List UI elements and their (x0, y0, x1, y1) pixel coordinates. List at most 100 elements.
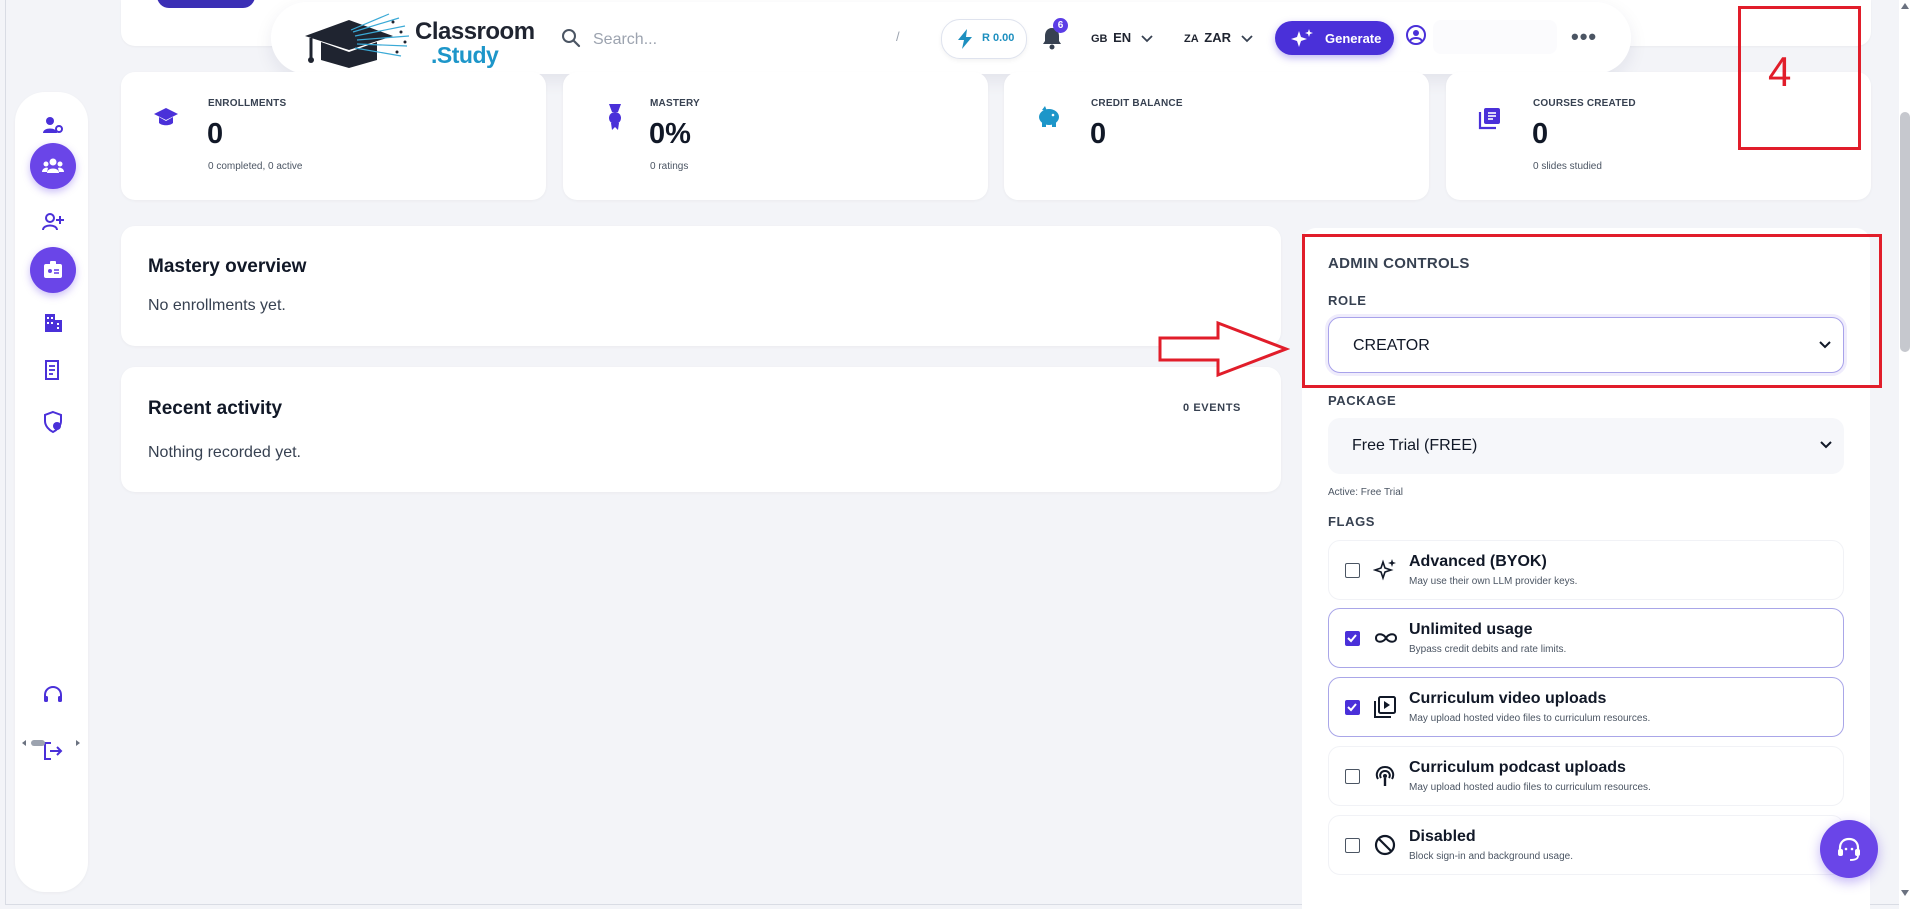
currency-selector[interactable]: ZA ZAR (1184, 30, 1253, 45)
sidebar-item-id-badge[interactable] (30, 247, 76, 293)
flag-checkbox[interactable] (1345, 769, 1360, 784)
sidebar-item-support[interactable] (30, 672, 76, 718)
user-account-icon[interactable] (1405, 24, 1427, 46)
user-add-icon (42, 213, 64, 231)
search-bar[interactable] (561, 22, 901, 56)
id-badge-icon (44, 261, 62, 278)
user-settings-icon (43, 117, 63, 133)
sidebar-item-user-settings[interactable] (30, 102, 76, 148)
stat-value: 0 (207, 118, 224, 150)
flag-checkbox[interactable] (1345, 838, 1360, 853)
support-icon (44, 685, 62, 702)
scroll-up-icon[interactable] (1900, 2, 1910, 10)
piggy-bank-icon (1039, 106, 1059, 127)
shield-icon (44, 410, 62, 434)
stat-label: MASTERY (650, 98, 700, 109)
scrollbar-thumb[interactable] (1900, 112, 1910, 352)
infinity-icon (1374, 633, 1398, 643)
sidebar (15, 92, 88, 892)
support-chat-button[interactable] (1820, 820, 1878, 878)
sparkles-icon (1373, 559, 1396, 581)
flag-disabled[interactable]: Disabled Block sign-in and background us… (1328, 815, 1844, 875)
video-library-icon (1374, 696, 1396, 718)
sidebar-item-users[interactable] (30, 143, 76, 189)
sidebar-scrollbar[interactable] (21, 736, 81, 748)
stat-card-enrollments: ENROLLMENTS 0 0 completed, 0 active (121, 72, 546, 200)
events-count: 0 EVENTS (1183, 402, 1241, 414)
package-label: PACKAGE (1328, 393, 1397, 408)
podcast-icon (1375, 765, 1395, 786)
credit-balance-pill[interactable]: R 0.00 (941, 19, 1027, 59)
package-active-note: Active: Free Trial (1328, 487, 1404, 498)
scroll-down-icon[interactable] (1900, 889, 1910, 897)
annotation-step-box (1738, 6, 1861, 150)
flag-description: Bypass credit debits and rate limits. (1409, 644, 1567, 655)
language-code: EN (1113, 30, 1132, 45)
stat-subtext: 0 ratings (650, 161, 689, 172)
logo-text-study: .Study (431, 42, 499, 68)
flag-title: Curriculum video uploads (1409, 690, 1607, 707)
flag-unlimited-usage[interactable]: Unlimited usage Bypass credit debits and… (1328, 608, 1844, 668)
stat-value: 0 (1532, 118, 1549, 150)
stat-value: 0 (1090, 118, 1107, 150)
empty-state-text: No enrollments yet. (148, 297, 286, 314)
sidebar-item-organizations[interactable] (30, 300, 76, 346)
checkmark-icon (1347, 703, 1357, 712)
language-flag: GB (1091, 33, 1108, 45)
credit-value: R 0.00 (982, 32, 1015, 44)
search-shortcut-hint: / (896, 29, 900, 44)
flag-checkbox[interactable] (1345, 700, 1360, 715)
library-icon (1478, 108, 1500, 130)
chevron-down-icon (1141, 34, 1153, 42)
flag-checkbox[interactable] (1345, 631, 1360, 646)
flag-checkbox[interactable] (1345, 563, 1360, 578)
chevron-down-icon (1820, 441, 1832, 449)
package-select[interactable]: Free Trial (FREE) (1328, 418, 1844, 474)
checkmark-icon (1347, 634, 1357, 643)
document-icon (45, 360, 59, 380)
search-input[interactable] (591, 26, 895, 54)
stat-card-credit-balance: CREDIT BALANCE 0 (1004, 72, 1429, 200)
building-icon (45, 314, 62, 332)
page-scrollbar[interactable] (1899, 0, 1920, 909)
flag-title: Advanced (BYOK) (1409, 553, 1547, 570)
lightning-icon (958, 29, 972, 49)
notification-count-badge: 6 (1053, 18, 1068, 33)
flag-curriculum-podcast-uploads[interactable]: Curriculum podcast uploads May upload ho… (1328, 746, 1844, 806)
annotation-step-number: 4 (1768, 48, 1792, 95)
flag-description: May upload hosted audio files to curricu… (1409, 782, 1651, 793)
sidebar-item-documents[interactable] (30, 347, 76, 393)
flag-curriculum-video-uploads[interactable]: Curriculum video uploads May upload host… (1328, 677, 1844, 737)
mastery-overview-panel: Mastery overview No enrollments yet. (121, 226, 1281, 346)
chevron-down-icon (1241, 34, 1253, 42)
flag-advanced-byok[interactable]: Advanced (BYOK) May use their own LLM pr… (1328, 540, 1844, 600)
flag-description: May upload hosted video files to curricu… (1409, 713, 1651, 724)
generate-button[interactable]: Generate (1275, 21, 1394, 55)
medal-icon (609, 104, 621, 130)
stat-label: COURSES CREATED (1533, 98, 1636, 109)
search-icon (562, 29, 581, 48)
notifications-button[interactable]: 6 (1041, 18, 1071, 54)
stat-card-mastery: MASTERY 0% 0 ratings (563, 72, 988, 200)
language-selector[interactable]: GB EN (1091, 30, 1153, 45)
flags-label: FLAGS (1328, 514, 1376, 529)
sidebar-item-add-user[interactable] (30, 199, 76, 245)
generate-label: Generate (1325, 31, 1382, 46)
package-selected-value: Free Trial (FREE) (1352, 437, 1478, 454)
empty-state-text: Nothing recorded yet. (148, 444, 301, 461)
users-group-icon (42, 158, 64, 173)
flag-title: Disabled (1409, 828, 1476, 845)
stat-label: CREDIT BALANCE (1091, 98, 1183, 109)
sidebar-item-logout[interactable] (30, 728, 76, 774)
logo[interactable]: Classroom .Study (301, 12, 535, 68)
graduation-cap-icon (154, 108, 178, 126)
more-options-button[interactable]: ••• (1571, 26, 1597, 48)
annotation-highlight-box (1302, 234, 1882, 388)
sidebar-item-security[interactable] (30, 399, 76, 445)
sparkles-icon (1291, 29, 1313, 47)
stat-value: 0% (649, 118, 691, 150)
block-icon (1374, 834, 1396, 856)
user-name-field[interactable] (1433, 20, 1557, 54)
partial-button[interactable] (157, 0, 255, 8)
stat-label: ENROLLMENTS (208, 98, 287, 109)
